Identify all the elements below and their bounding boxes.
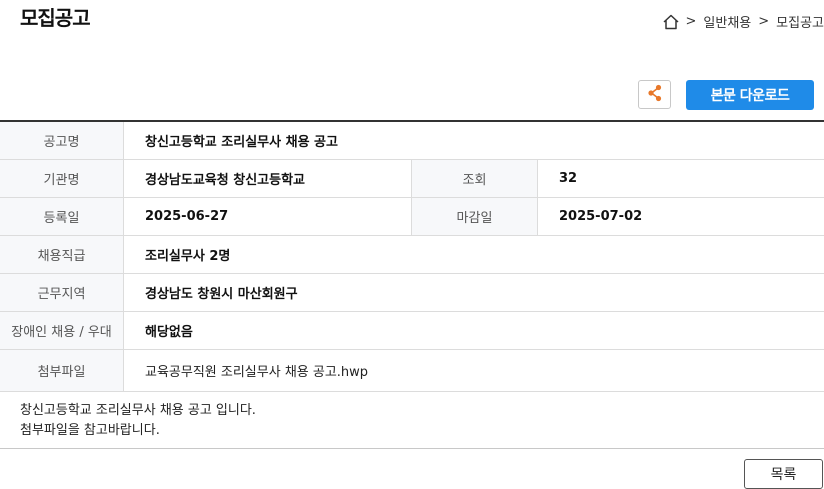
- download-body-button[interactable]: 본문 다운로드: [686, 80, 814, 110]
- table-row: 등록일 2025-06-27 마감일 2025-07-02: [0, 197, 824, 236]
- body-line: 첨부파일을 참고바랍니다.: [20, 423, 160, 438]
- body-line: 창신고등학교 조리실무사 채용 공고 입니다.: [20, 403, 256, 418]
- deadline-value: 2025-07-02: [537, 197, 824, 236]
- table-row: 첨부파일 교육공무직원 조리실무사 채용 공고.hwp: [0, 349, 824, 392]
- divider: [0, 448, 824, 449]
- reg-date-label: 등록일: [0, 197, 124, 236]
- list-button[interactable]: 목록: [744, 459, 823, 489]
- location-label: 근무지역: [0, 273, 124, 312]
- breadcrumb-separator: >: [758, 14, 770, 29]
- notice-body: 창신고등학교 조리실무사 채용 공고 입니다. 첨부파일을 참고바랍니다.: [20, 401, 256, 441]
- breadcrumb-item-general-recruitment[interactable]: 일반채용: [703, 12, 751, 31]
- breadcrumb: > 일반채용 > 모집공고: [662, 12, 824, 31]
- share-icon: [647, 84, 663, 106]
- views-value: 32: [537, 159, 824, 198]
- disabled-hiring-label: 장애인 채용 / 우대: [0, 311, 124, 350]
- job-grade-label: 채용직급: [0, 235, 124, 274]
- org-label: 기관명: [0, 159, 124, 198]
- title-value: 창신고등학교 조리실무사 채용 공고: [123, 121, 824, 160]
- page-title: 모집공고: [20, 6, 91, 30]
- reg-date-value: 2025-06-27: [123, 197, 412, 236]
- breadcrumb-separator: >: [685, 14, 697, 29]
- notice-info-table: 공고명 창신고등학교 조리실무사 채용 공고 기관명 경상남도교육청 창신고등학…: [0, 120, 824, 392]
- org-value: 경상남도교육청 창신고등학교: [123, 159, 412, 198]
- home-icon[interactable]: [662, 13, 680, 31]
- table-row: 채용직급 조리실무사 2명: [0, 235, 824, 274]
- attachment-link[interactable]: 교육공무직원 조리실무사 채용 공고.hwp: [123, 349, 824, 392]
- table-row: 공고명 창신고등학교 조리실무사 채용 공고: [0, 121, 824, 160]
- disabled-hiring-value: 해당없음: [123, 311, 824, 350]
- share-button[interactable]: [638, 80, 671, 109]
- location-value: 경상남도 창원시 마산회원구: [123, 273, 824, 312]
- table-row: 근무지역 경상남도 창원시 마산회원구: [0, 273, 824, 312]
- table-row: 기관명 경상남도교육청 창신고등학교 조회 32: [0, 159, 824, 198]
- breadcrumb-item-recruitment-notice[interactable]: 모집공고: [776, 12, 824, 31]
- title-label: 공고명: [0, 121, 124, 160]
- deadline-label: 마감일: [411, 197, 538, 236]
- views-label: 조회: [411, 159, 538, 198]
- table-row: 장애인 채용 / 우대 해당없음: [0, 311, 824, 350]
- job-grade-value: 조리실무사 2명: [123, 235, 824, 274]
- attachment-label: 첨부파일: [0, 349, 124, 392]
